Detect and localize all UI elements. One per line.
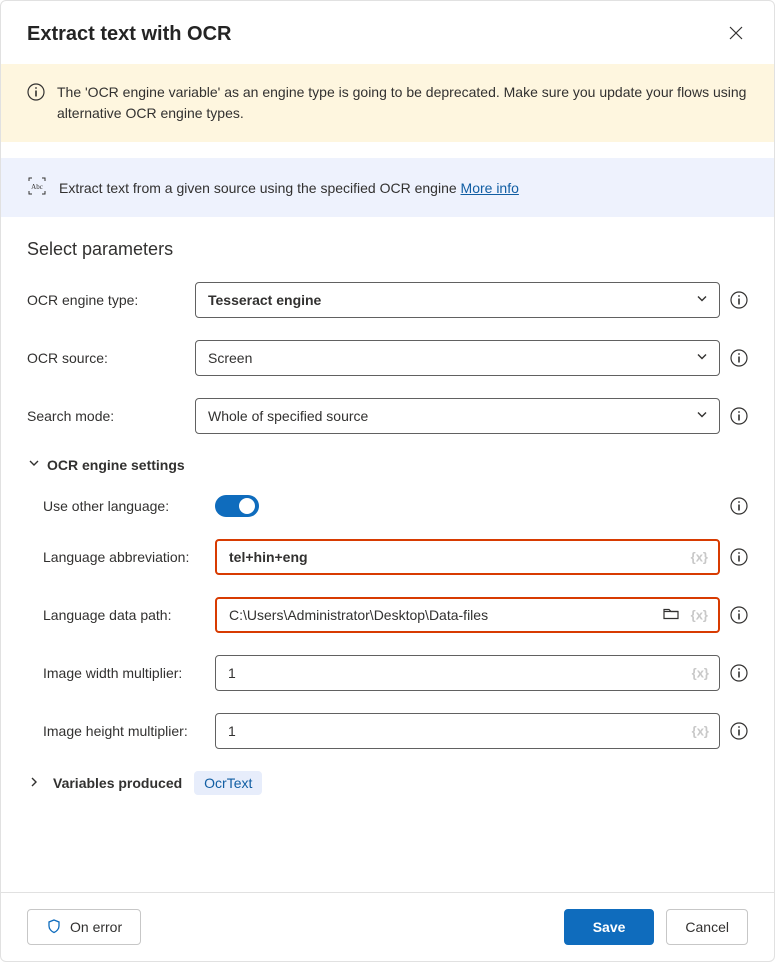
chevron-down-icon (695, 350, 709, 367)
toggle-use-other-language[interactable] (215, 495, 259, 517)
select-ocr-source[interactable]: Screen (195, 340, 720, 376)
label-ocr-engine-type: OCR engine type: (27, 292, 185, 308)
description-text: Extract text from a given source using t… (59, 180, 519, 196)
cancel-button[interactable]: Cancel (666, 909, 748, 945)
variable-icon[interactable]: {x} (692, 724, 709, 739)
label-language-abbreviation: Language abbreviation: (43, 549, 205, 565)
dialog-title: Extract text with OCR (27, 23, 231, 46)
label-language-data-path: Language data path: (43, 607, 205, 623)
ocr-engine-settings-toggle[interactable]: OCR engine settings (27, 456, 748, 473)
section-title: Select parameters (27, 239, 748, 260)
input-language-data-path[interactable]: C:\Users\Administrator\Desktop\Data-file… (215, 597, 720, 633)
help-icon[interactable] (730, 407, 748, 425)
dialog-header: Extract text with OCR (1, 1, 774, 64)
label-search-mode: Search mode: (27, 408, 185, 424)
on-error-label: On error (70, 919, 122, 935)
ocr-dialog: Extract text with OCR The 'OCR engine va… (0, 0, 775, 962)
shield-icon (46, 918, 62, 937)
variable-icon[interactable]: {x} (691, 550, 708, 565)
help-icon[interactable] (730, 664, 748, 682)
row-search-mode: Search mode: Whole of specified source (27, 398, 748, 434)
input-width-multiplier[interactable]: 1 {x} (215, 655, 720, 691)
label-use-other-language: Use other language: (43, 498, 205, 514)
variable-chip-ocrtext[interactable]: OcrText (194, 771, 262, 795)
help-icon[interactable] (730, 349, 748, 367)
input-height-multiplier[interactable]: 1 {x} (215, 713, 720, 749)
warning-text: The 'OCR engine variable' as an engine t… (57, 82, 748, 124)
variable-icon[interactable]: {x} (691, 608, 708, 623)
row-width-multiplier: Image width multiplier: 1 {x} (43, 655, 748, 691)
label-ocr-source: OCR source: (27, 350, 185, 366)
help-icon[interactable] (730, 606, 748, 624)
chevron-down-icon (695, 292, 709, 309)
more-info-link[interactable]: More info (461, 180, 519, 196)
description-banner: Abc Extract text from a given source usi… (1, 158, 774, 217)
help-icon[interactable] (730, 548, 748, 566)
select-ocr-engine-type[interactable]: Tesseract engine (195, 282, 720, 318)
dialog-footer: On error Save Cancel (1, 892, 774, 961)
input-language-abbreviation[interactable]: tel+hin+eng {x} (215, 539, 720, 575)
row-height-multiplier: Image height multiplier: 1 {x} (43, 713, 748, 749)
deprecation-warning-banner: The 'OCR engine variable' as an engine t… (1, 64, 774, 142)
close-icon (728, 28, 744, 44)
close-button[interactable] (724, 21, 748, 48)
dialog-content: Select parameters OCR engine type: Tesse… (1, 217, 774, 892)
row-ocr-source: OCR source: Screen (27, 340, 748, 376)
label-width-multiplier: Image width multiplier: (43, 665, 205, 681)
chevron-down-icon (27, 456, 41, 473)
row-language-abbreviation: Language abbreviation: tel+hin+eng {x} (43, 539, 748, 575)
row-use-other-language: Use other language: (43, 495, 748, 517)
label-height-multiplier: Image height multiplier: (43, 723, 205, 739)
row-language-data-path: Language data path: C:\Users\Administrat… (43, 597, 748, 633)
help-icon[interactable] (730, 291, 748, 309)
chevron-down-icon (695, 408, 709, 425)
variables-produced-toggle[interactable]: Variables produced OcrText (27, 771, 748, 795)
chevron-right-icon (27, 775, 41, 792)
help-icon[interactable] (730, 497, 748, 515)
on-error-button[interactable]: On error (27, 909, 141, 945)
save-button[interactable]: Save (564, 909, 655, 945)
variable-icon[interactable]: {x} (692, 666, 709, 681)
help-icon[interactable] (730, 722, 748, 740)
ocr-abc-icon: Abc (27, 176, 47, 199)
row-ocr-engine-type: OCR engine type: Tesseract engine (27, 282, 748, 318)
select-search-mode[interactable]: Whole of specified source (195, 398, 720, 434)
variables-produced-label: Variables produced (53, 775, 182, 791)
info-icon (27, 83, 45, 104)
svg-text:Abc: Abc (31, 183, 43, 191)
settings-header-label: OCR engine settings (47, 457, 185, 473)
folder-icon[interactable] (662, 605, 680, 626)
